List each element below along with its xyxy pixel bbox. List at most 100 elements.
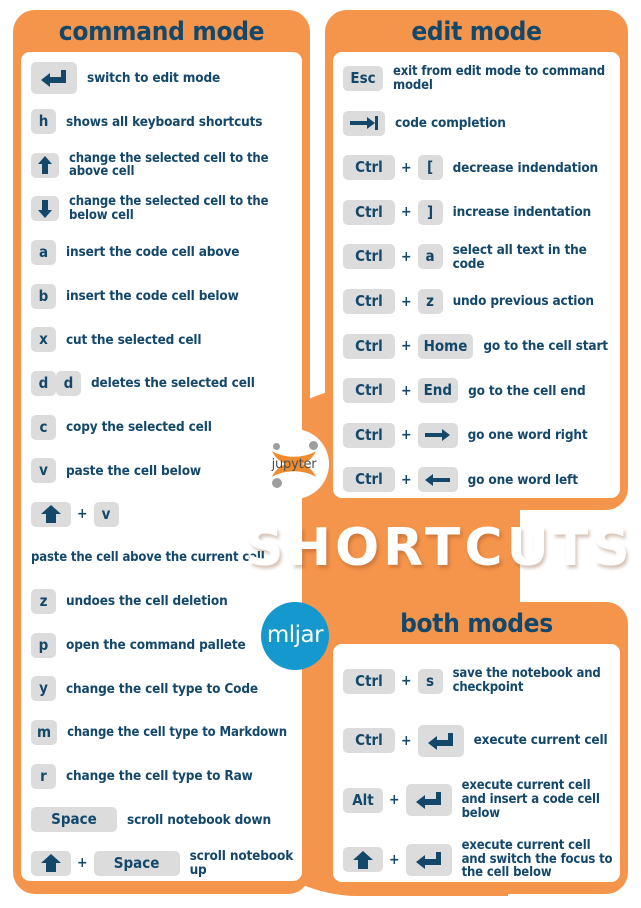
panel-both-modes-title: both modes: [400, 609, 553, 639]
key-h[interactable]: h: [31, 109, 56, 135]
key-plus-separator: +: [401, 732, 412, 749]
key-d[interactable]: d: [31, 370, 56, 396]
shortcut-keys: Ctrl + [: [343, 155, 443, 181]
shortcut-keys: v: [31, 458, 56, 484]
tab-key-icon[interactable]: [343, 110, 385, 136]
key-s[interactable]: s: [417, 668, 443, 694]
key--[interactable]: [: [417, 155, 443, 181]
key-a[interactable]: a: [31, 240, 56, 266]
key-plus-separator: +: [389, 851, 400, 868]
shortcut-keys: Esc: [343, 66, 383, 92]
key-d[interactable]: d: [56, 370, 81, 396]
shortcut-keys: y: [31, 676, 56, 702]
enter-key-icon[interactable]: [417, 724, 464, 757]
key-ctrl[interactable]: Ctrl: [343, 668, 395, 694]
key-r[interactable]: r: [31, 763, 56, 789]
shortcut-row: x cut the selected cell: [21, 318, 302, 362]
key-c[interactable]: c: [31, 414, 56, 440]
shortcut-keys: h: [31, 109, 56, 135]
key-a[interactable]: a: [417, 244, 443, 270]
shortcut-keys: [343, 110, 385, 136]
shortcut-description: exit from edit mode to command model: [393, 63, 605, 93]
arrow-left-icon[interactable]: [417, 467, 458, 493]
key-plus-separator: +: [77, 506, 88, 523]
shift-arrow-up-icon[interactable]: [31, 850, 71, 876]
shortcut-keys: [31, 196, 59, 222]
jupyter-logo-text: jupyter: [271, 457, 317, 472]
key-home[interactable]: Home: [417, 333, 474, 359]
key-end[interactable]: End: [417, 378, 459, 404]
shortcut-row: b insert the code cell below: [21, 274, 302, 318]
key-plus-separator: +: [401, 673, 412, 690]
shortcut-row: change the selected cell to the above ce…: [21, 144, 302, 188]
key-esc[interactable]: Esc: [343, 66, 383, 92]
shortcut-row: d d deletes the selected cell: [21, 362, 302, 406]
enter-key-icon[interactable]: [405, 843, 452, 876]
shortcut-row: + execute current cell and switch the foc…: [333, 830, 620, 890]
shortcut-description: change the selected cell to the below ce…: [69, 194, 269, 223]
mljar-logo-text: mljar: [266, 622, 324, 648]
shortcut-description: change the cell type to Markdown: [67, 724, 287, 740]
panel-both-modes-body: Ctrl + s save the notebook and checkpoint Ct…: [333, 644, 620, 883]
shortcut-keys: r: [31, 763, 56, 789]
key-p[interactable]: p: [31, 632, 56, 658]
arrow-right-icon[interactable]: [417, 422, 458, 448]
shortcut-description: undoes the cell deletion: [66, 593, 228, 610]
enter-key-icon[interactable]: [31, 62, 77, 95]
key-ctrl[interactable]: Ctrl: [343, 244, 395, 270]
key-ctrl[interactable]: Ctrl: [343, 333, 395, 359]
shortcut-description: undo previous action: [452, 293, 595, 310]
key-ctrl[interactable]: Ctrl: [343, 422, 395, 448]
shortcut-keys: +: [343, 843, 452, 876]
shortcut-description: open the command pallete: [66, 637, 246, 654]
key-x[interactable]: x: [31, 327, 56, 353]
shortcut-row: Ctrl + execute current cell: [333, 711, 620, 771]
key-ctrl[interactable]: Ctrl: [343, 155, 395, 181]
shortcut-row: Ctrl + go one word right: [333, 413, 620, 458]
key-b[interactable]: b: [31, 283, 56, 309]
enter-key-icon[interactable]: [405, 784, 452, 817]
key-ctrl[interactable]: Ctrl: [343, 467, 395, 493]
shortcut-row: code completion: [333, 101, 620, 146]
shortcut-description: change the cell type to Code: [66, 680, 259, 697]
shortcut-description: scroll notebook down: [127, 811, 271, 828]
key-space[interactable]: Space: [93, 850, 180, 876]
shortcut-row: Alt + execute current cell and insert a co…: [333, 770, 620, 830]
shortcut-keys: [31, 62, 77, 95]
key--[interactable]: ]: [417, 199, 443, 225]
shortcut-row: a insert the code cell above: [21, 231, 302, 275]
key-z[interactable]: z: [31, 589, 56, 615]
shortcut-keys: + v: [31, 501, 119, 527]
panel-edit-mode-title: edit mode: [411, 17, 542, 47]
key-v[interactable]: v: [31, 458, 56, 484]
key-ctrl[interactable]: Ctrl: [343, 378, 395, 404]
key-y[interactable]: y: [31, 676, 56, 702]
shortcut-row: h shows all keyboard shortcuts: [21, 100, 302, 144]
key-plus-separator: +: [401, 204, 412, 221]
shift-arrow-up-icon[interactable]: [343, 847, 383, 873]
shortcut-keys: Ctrl + s: [343, 668, 443, 694]
key-ctrl[interactable]: Ctrl: [343, 289, 395, 315]
shortcut-description: paste the cell above the current cell: [31, 550, 265, 566]
shortcut-row: switch to edit mode: [21, 56, 302, 100]
key-space[interactable]: Space: [31, 807, 117, 833]
shortcut-keys: x: [31, 327, 56, 353]
key-alt[interactable]: Alt: [343, 787, 383, 813]
shortcut-keys: Ctrl + a: [343, 244, 443, 270]
key-v[interactable]: v: [93, 501, 119, 527]
arrow-down-icon[interactable]: [31, 196, 59, 222]
shortcut-description: execute current cell and insert a code c…: [461, 778, 600, 821]
shortcut-keys: m: [31, 719, 58, 745]
shift-arrow-up-icon[interactable]: [31, 501, 71, 527]
key-z[interactable]: z: [417, 289, 443, 315]
shortcut-keys: b: [31, 283, 56, 309]
key-plus-separator: +: [389, 792, 400, 809]
arrow-up-icon[interactable]: [31, 152, 59, 178]
key-m[interactable]: m: [31, 719, 58, 745]
shortcut-row: y change the cell type to Code: [21, 667, 302, 711]
shortcut-keys: c: [31, 414, 56, 440]
shortcut-row: m change the cell type to Markdown: [21, 711, 302, 755]
key-ctrl[interactable]: Ctrl: [343, 728, 395, 754]
key-ctrl[interactable]: Ctrl: [343, 199, 395, 225]
shortcut-description: cut the selected cell: [66, 331, 202, 348]
